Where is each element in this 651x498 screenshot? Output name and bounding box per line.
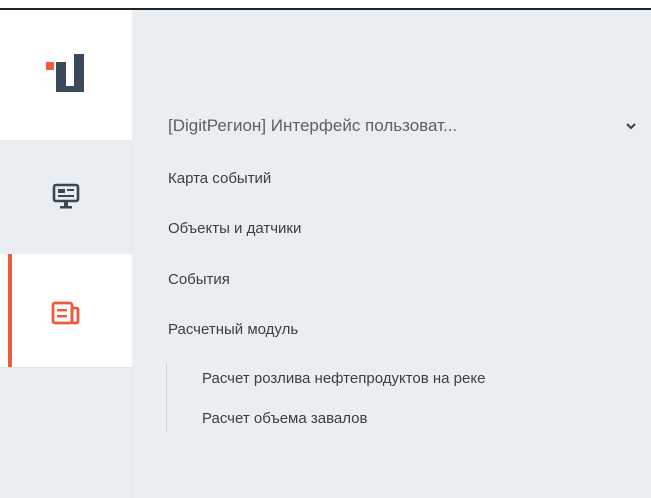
nav-item-events[interactable]: События (168, 271, 230, 288)
active-indicator (8, 254, 12, 368)
project-selector-label: [DigitРегион] Интерфейс пользоват... (168, 116, 458, 135)
rail-empty-area (0, 368, 132, 498)
rail-item-monitor[interactable] (0, 140, 132, 254)
logo-area (0, 10, 132, 140)
rail-item-reports[interactable] (0, 254, 132, 368)
subnav-item-debris-volume[interactable]: Расчет объема завалов (202, 410, 367, 427)
nav-item-objects-sensors[interactable]: Объекты и датчики (168, 220, 301, 237)
top-border (0, 0, 651, 10)
nav-item-event-map[interactable]: Карта событий (168, 170, 271, 187)
subnav-item-oil-spill[interactable]: Расчет розлива нефтепродуктов на реке (202, 370, 485, 387)
monitor-icon (52, 183, 80, 209)
report-icon (51, 301, 80, 325)
submenu-line (166, 364, 167, 432)
chevron-down-icon (626, 123, 636, 130)
app-logo[interactable] (42, 48, 92, 98)
navigation-panel: [DigitРегион] Интерфейс пользоват... Кар… (132, 10, 651, 498)
nav-item-calc-module[interactable]: Расчетный модуль (168, 321, 298, 338)
project-selector[interactable]: [DigitРегион] Интерфейс пользоват... (168, 113, 638, 139)
icon-rail (0, 10, 132, 498)
